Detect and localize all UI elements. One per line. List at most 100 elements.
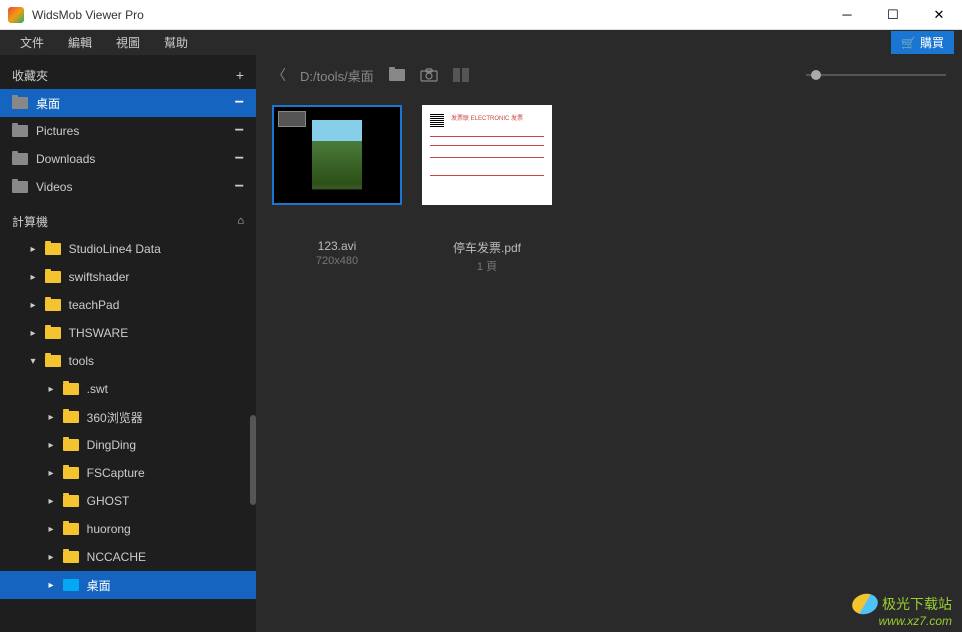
watermark-brand: 极光下载站 bbox=[852, 594, 952, 614]
chevron-icon[interactable]: ▸ bbox=[46, 412, 56, 423]
watermark-cn-text: 极光下载站 bbox=[882, 594, 952, 614]
sidebar-scrollbar[interactable] bbox=[250, 415, 256, 505]
tree-item[interactable]: ▸ swiftshader bbox=[0, 263, 256, 291]
folder-icon bbox=[45, 299, 61, 311]
folder-icon bbox=[63, 439, 79, 451]
favorite-label: 桌面 bbox=[36, 95, 60, 112]
tree-item[interactable]: ▸ .swt bbox=[0, 375, 256, 403]
folder-icon bbox=[63, 523, 79, 535]
favorite-item[interactable]: Pictures − bbox=[0, 117, 256, 145]
pdf-preview: 发票联 ELECTRONIC 发票 bbox=[424, 107, 550, 203]
chevron-icon[interactable]: ▸ bbox=[46, 440, 56, 451]
tree-label: THSWARE bbox=[69, 326, 129, 340]
chevron-icon[interactable]: ▸ bbox=[46, 580, 56, 591]
tree-item[interactable]: ▸ THSWARE bbox=[0, 319, 256, 347]
tree-label: swiftshader bbox=[69, 270, 130, 284]
thumbnail-item[interactable]: 发票联 ELECTRONIC 发票停车发票.pdf1 頁 bbox=[422, 105, 552, 274]
buy-button[interactable]: 🛒 購買 bbox=[891, 31, 954, 54]
video-badge-icon bbox=[278, 111, 306, 127]
tree-item[interactable]: ▸ FSCapture bbox=[0, 459, 256, 487]
computer-header: 計算機 ⌂ bbox=[0, 207, 256, 235]
chevron-icon[interactable]: ▸ bbox=[46, 524, 56, 535]
tree-item[interactable]: ▸ NCCACHE bbox=[0, 543, 256, 571]
camera-icon[interactable] bbox=[420, 67, 438, 83]
close-button[interactable]: ✕ bbox=[916, 0, 962, 29]
zoom-handle[interactable] bbox=[811, 70, 821, 80]
menu-view[interactable]: 視圖 bbox=[104, 30, 152, 55]
watermark-url: www.xz7.com bbox=[879, 614, 952, 628]
chevron-icon[interactable]: ▸ bbox=[28, 272, 38, 283]
thumbnails-grid: 123.avi720x480发票联 ELECTRONIC 发票停车发票.pdf1… bbox=[256, 95, 962, 632]
thumbnail-item[interactable]: 123.avi720x480 bbox=[272, 105, 402, 267]
tree-label: teachPad bbox=[69, 298, 120, 312]
breadcrumb-path[interactable]: D:/tools/桌面 bbox=[300, 66, 374, 85]
folder-icon bbox=[63, 551, 79, 563]
tree-label: tools bbox=[69, 354, 94, 368]
folder-icon bbox=[63, 411, 79, 423]
chevron-icon[interactable]: ▸ bbox=[46, 496, 56, 507]
tree-label: 桌面 bbox=[87, 577, 111, 594]
chevron-icon[interactable]: ▸ bbox=[46, 384, 56, 395]
app-icon bbox=[8, 7, 24, 23]
remove-favorite-button[interactable]: − bbox=[235, 122, 244, 140]
favorite-item[interactable]: 桌面 − bbox=[0, 89, 256, 117]
chevron-icon[interactable]: ▸ bbox=[28, 328, 38, 339]
chevron-icon[interactable]: ▸ bbox=[46, 552, 56, 563]
folder-icon bbox=[12, 125, 28, 137]
tree-item[interactable]: ▸ GHOST bbox=[0, 487, 256, 515]
favorite-item[interactable]: Videos − bbox=[0, 173, 256, 201]
tree-label: FSCapture bbox=[87, 466, 145, 480]
window-controls: ─ ☐ ✕ bbox=[824, 0, 962, 29]
folder-icon[interactable] bbox=[388, 67, 406, 83]
split-view-icon[interactable] bbox=[452, 67, 470, 83]
sidebar: 收藏夾 + 桌面 − Pictures − Downloads − Videos − 計算機 … bbox=[0, 55, 256, 632]
add-favorite-button[interactable]: + bbox=[236, 67, 244, 83]
tree-item[interactable]: ▸ huorong bbox=[0, 515, 256, 543]
folder-icon bbox=[63, 467, 79, 479]
chevron-icon[interactable]: ▾ bbox=[28, 356, 38, 367]
favorites-label: 收藏夾 bbox=[12, 67, 48, 84]
remove-favorite-button[interactable]: − bbox=[235, 94, 244, 112]
folder-icon bbox=[12, 97, 28, 109]
tree-item[interactable]: ▸ 360浏览器 bbox=[0, 403, 256, 431]
maximize-button[interactable]: ☐ bbox=[870, 0, 916, 29]
main-area: 收藏夾 + 桌面 − Pictures − Downloads − Videos − 計算機 … bbox=[0, 55, 962, 632]
back-button[interactable]: 〈 bbox=[272, 65, 286, 85]
tree-label: GHOST bbox=[87, 494, 130, 508]
tree-item[interactable]: ▸ 桌面 bbox=[0, 571, 256, 599]
title-bar: WidsMob Viewer Pro ─ ☐ ✕ bbox=[0, 0, 962, 30]
tree-item[interactable]: ▸ DingDing bbox=[0, 431, 256, 459]
home-icon[interactable]: ⌂ bbox=[237, 215, 244, 227]
menu-file[interactable]: 文件 bbox=[8, 30, 56, 55]
folder-icon bbox=[63, 495, 79, 507]
favorite-label: Downloads bbox=[36, 152, 95, 166]
tree-label: StudioLine4 Data bbox=[69, 242, 161, 256]
tree-item[interactable]: ▸ StudioLine4 Data bbox=[0, 235, 256, 263]
folder-icon bbox=[45, 355, 61, 367]
minimize-button[interactable]: ─ bbox=[824, 0, 870, 29]
favorite-label: Videos bbox=[36, 180, 72, 194]
favorites-header: 收藏夾 + bbox=[0, 61, 256, 89]
cart-icon: 🛒 bbox=[901, 36, 916, 50]
chevron-icon[interactable]: ▸ bbox=[28, 244, 38, 255]
tree-item[interactable]: ▸ teachPad bbox=[0, 291, 256, 319]
tree-item[interactable]: ▾ tools bbox=[0, 347, 256, 375]
menu-edit[interactable]: 編輯 bbox=[56, 30, 104, 55]
folder-icon bbox=[45, 243, 61, 255]
remove-favorite-button[interactable]: − bbox=[235, 178, 244, 196]
tree-label: DingDing bbox=[87, 438, 136, 452]
tree-label: huorong bbox=[87, 522, 131, 536]
watermark-icon bbox=[850, 591, 880, 617]
chevron-icon[interactable]: ▸ bbox=[28, 300, 38, 311]
remove-favorite-button[interactable]: − bbox=[235, 150, 244, 168]
favorite-item[interactable]: Downloads − bbox=[0, 145, 256, 173]
favorite-label: Pictures bbox=[36, 124, 79, 138]
chevron-icon[interactable]: ▸ bbox=[46, 468, 56, 479]
zoom-slider[interactable] bbox=[806, 74, 946, 76]
folder-icon bbox=[63, 383, 79, 395]
menu-help[interactable]: 幫助 bbox=[152, 30, 200, 55]
buy-label: 購買 bbox=[920, 34, 944, 51]
content-area: 〈 D:/tools/桌面 123.avi720x480发票联 ELECTRON… bbox=[256, 55, 962, 632]
thumbnail-name: 123.avi bbox=[272, 239, 402, 253]
folder-icon bbox=[63, 579, 79, 591]
